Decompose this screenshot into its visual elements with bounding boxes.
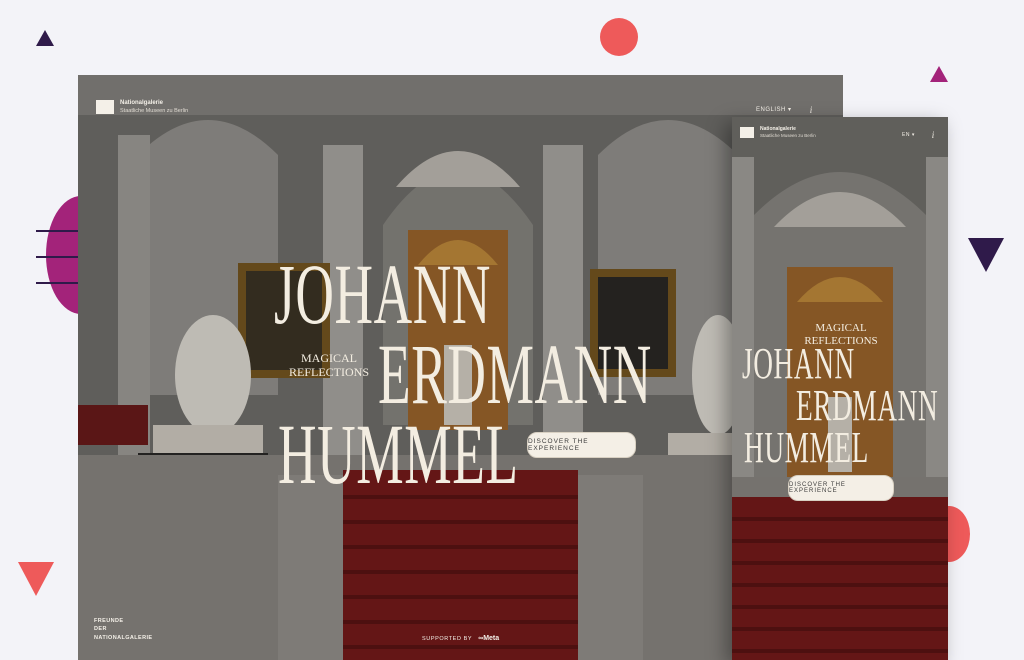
title-line-1: JOHANN (274, 246, 491, 342)
friends-line-3: NATIONALGALERIE (94, 634, 153, 641)
nationalgalerie-logo-icon-mobile[interactable] (740, 127, 754, 138)
title-line-2: ERDMANN (378, 326, 652, 422)
title-line-1-mobile: JOHANN (742, 339, 855, 388)
info-icon-mobile[interactable]: i (926, 128, 940, 142)
language-selector[interactable]: ENGLISH ▾ (756, 106, 792, 113)
decor-triangle-purple-small (36, 30, 54, 46)
language-selector-mobile[interactable]: EN ▾ (902, 132, 915, 138)
chevron-down-icon: ▾ (911, 132, 915, 138)
friends-line-2: DER (94, 626, 107, 633)
logo-subtitle-mobile: Staatliche Museen zu Berlin (760, 133, 816, 138)
mobile-screen: Nationalgalerie Staatliche Museen zu Ber… (732, 117, 948, 660)
language-label: ENGLISH (756, 107, 786, 113)
supported-label: SUPPORTED BY (422, 635, 473, 642)
logo-name: Nationalgalerie (120, 100, 164, 106)
decor-circle-red-top (600, 18, 638, 56)
friends-link[interactable]: FREUNDE DER NATIONALGALERIE (94, 617, 152, 642)
sponsor-name: Meta (483, 635, 500, 642)
friends-line-1: FREUNDE (94, 618, 124, 624)
title-line-2-mobile: ERDMANN (796, 381, 939, 430)
info-icon[interactable]: i (804, 103, 818, 117)
language-label-mobile: EN (902, 132, 910, 138)
discover-experience-button-mobile[interactable]: DISCOVER THE EXPERIENCE (788, 475, 894, 501)
subtitle-line-2: REFLECTIONS (288, 364, 369, 379)
discover-experience-button[interactable]: DISCOVER THE EXPERIENCE (527, 432, 636, 458)
subtitle-line-1: MAGICAL (301, 351, 357, 365)
title-line-3-mobile: HUMMEL (744, 423, 869, 472)
chevron-down-icon: ▾ (788, 107, 792, 113)
subtitle-line-1-mobile: MAGICAL (815, 322, 867, 334)
desktop-screen: Nationalgalerie Staatliche Museen zu Ber… (78, 75, 843, 660)
decor-triangle-purple-large (968, 238, 1004, 272)
subtitle: MAGICAL REFLECTIONS (284, 351, 374, 380)
meta-logo[interactable]: ∞Meta (478, 635, 499, 642)
decor-triangle-magenta (930, 66, 948, 82)
title-line-3: HUMMEL (278, 406, 519, 502)
supported-by: SUPPORTED BY ∞Meta (422, 635, 499, 642)
logo-subtitle: Staatliche Museen zu Berlin (120, 108, 189, 114)
nationalgalerie-logo-icon[interactable] (96, 100, 114, 114)
decor-triangle-red (18, 562, 54, 596)
logo-name-mobile: Nationalgalerie (760, 126, 796, 132)
